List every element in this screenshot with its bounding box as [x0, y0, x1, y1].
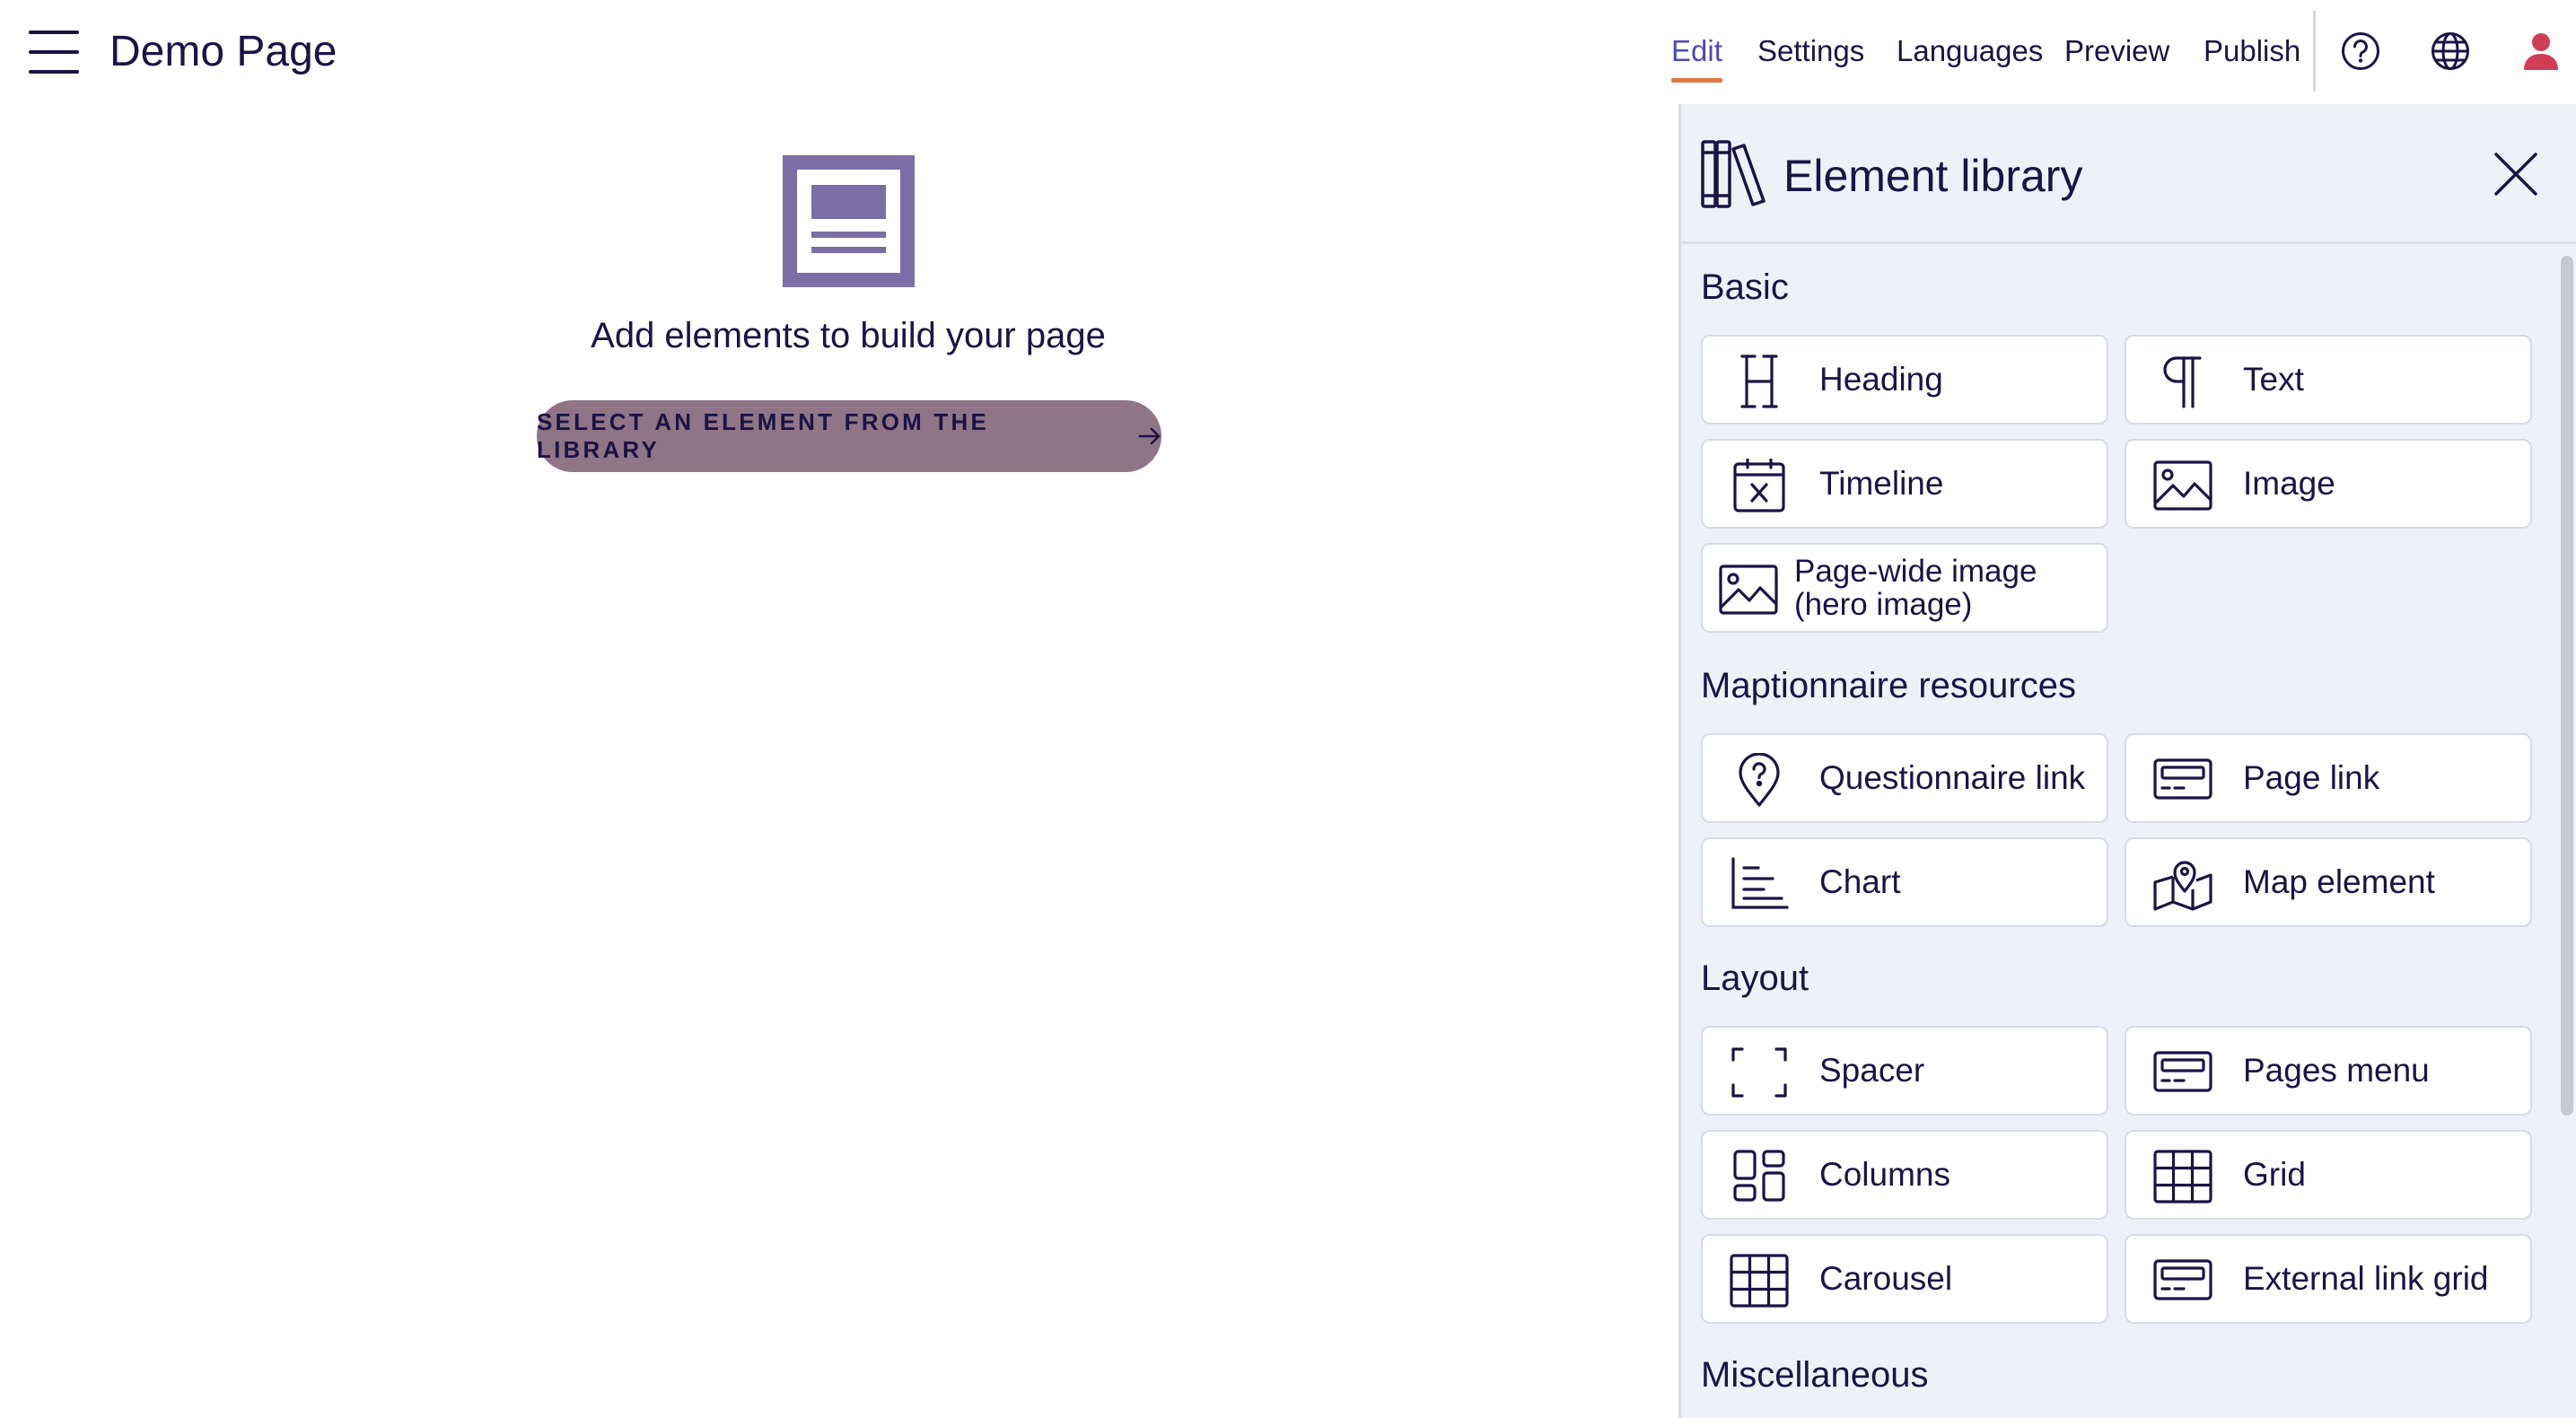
element-chart-label: Chart	[1819, 863, 1901, 900]
element-hero-image-label-line2: (hero image)	[1794, 587, 1973, 622]
image-icon	[2153, 459, 2212, 512]
element-library-panel: Element library Basic Heading Text Timel…	[1678, 104, 2576, 1418]
header-divider	[2313, 11, 2316, 92]
columns-icon	[1730, 1150, 1789, 1204]
top-bar: Demo Page Edit Settings Languages Previe…	[0, 0, 2576, 104]
panel-header: Element library	[1681, 104, 2576, 244]
tab-preview[interactable]: Preview	[2064, 31, 2169, 84]
element-heading-label: Heading	[1819, 361, 1943, 398]
element-spacer-label: Spacer	[1819, 1052, 1925, 1089]
carousel-icon	[1730, 1254, 1789, 1308]
element-external-link-grid[interactable]: External link grid	[2125, 1234, 2532, 1324]
paragraph-icon	[2153, 354, 2212, 408]
element-pages-menu[interactable]: Pages menu	[2125, 1026, 2532, 1116]
element-library-list: Basic Heading Text Timeline Image Page-w…	[1681, 247, 2576, 1418]
element-map-element-label: Map element	[2243, 863, 2435, 900]
element-columns-label: Columns	[1819, 1156, 1950, 1193]
page-layout-icon	[783, 155, 915, 287]
element-external-link-grid-label: External link grid	[2243, 1260, 2489, 1297]
scrollbar-thumb[interactable]	[2561, 256, 2573, 1116]
element-map-element[interactable]: Map element	[2125, 837, 2532, 927]
tab-edit[interactable]: Edit	[1671, 31, 1722, 84]
element-page-link-label: Page link	[2243, 759, 2380, 796]
panel-title: Element library	[1783, 151, 2083, 201]
element-carousel[interactable]: Carousel	[1701, 1234, 2108, 1324]
globe-icon[interactable]	[2430, 31, 2471, 72]
element-grid[interactable]: Grid	[2125, 1130, 2532, 1220]
section-title-miscellaneous: Miscellaneous	[1701, 1355, 1929, 1395]
section-title-maptionnaire-resources: Maptionnaire resources	[1701, 666, 2076, 705]
chart-icon	[1730, 857, 1789, 911]
element-hero-image-label: Page-wide image (hero image)	[1794, 545, 2099, 631]
element-columns[interactable]: Columns	[1701, 1130, 2108, 1220]
select-element-button[interactable]: SELECT AN ELEMENT FROM THE LIBRARY	[537, 400, 1161, 472]
element-page-link[interactable]: Page link	[2125, 733, 2532, 823]
element-hero-image-label-line1: Page-wide image	[1794, 554, 2037, 589]
element-grid-label: Grid	[2243, 1156, 2306, 1193]
element-chart[interactable]: Chart	[1701, 837, 2108, 927]
element-questionnaire-link[interactable]: Questionnaire link	[1701, 733, 2108, 823]
element-text-label: Text	[2243, 361, 2304, 398]
element-timeline[interactable]: Timeline	[1701, 439, 2108, 529]
element-spacer[interactable]: Spacer	[1701, 1026, 2108, 1116]
element-hero-image[interactable]: Page-wide image (hero image)	[1701, 543, 2108, 633]
page-title: Demo Page	[110, 28, 337, 75]
element-pages-menu-label: Pages menu	[2243, 1052, 2430, 1089]
element-questionnaire-link-label: Questionnaire link	[1819, 759, 2086, 796]
external-link-grid-icon	[2153, 1254, 2212, 1308]
page-link-icon	[2153, 753, 2212, 807]
pages-menu-icon	[2153, 1046, 2212, 1099]
element-text[interactable]: Text	[2125, 335, 2532, 425]
element-image-label: Image	[2243, 465, 2335, 502]
arrow-right-icon	[1138, 427, 1161, 445]
empty-state-text: Add elements to build your page	[591, 316, 1106, 355]
element-image[interactable]: Image	[2125, 439, 2532, 529]
grid-icon	[2153, 1150, 2212, 1204]
tab-languages[interactable]: Languages	[1897, 31, 2043, 84]
library-books-icon	[1701, 140, 1766, 208]
close-icon[interactable]	[2493, 151, 2539, 197]
hero-image-icon	[1719, 563, 1778, 617]
calendar-x-icon	[1730, 459, 1789, 512]
section-title-basic: Basic	[1701, 267, 1789, 307]
questionnaire-pin-icon	[1730, 753, 1789, 807]
element-carousel-label: Carousel	[1819, 1260, 1953, 1297]
map-pin-icon	[2153, 857, 2212, 911]
spacer-icon	[1730, 1046, 1789, 1099]
heading-icon	[1730, 354, 1789, 408]
element-timeline-label: Timeline	[1819, 465, 1944, 502]
select-element-button-label: SELECT AN ELEMENT FROM THE LIBRARY	[537, 408, 990, 463]
tab-settings[interactable]: Settings	[1757, 31, 1864, 84]
user-icon[interactable]	[2520, 31, 2562, 72]
tab-publish[interactable]: Publish	[2204, 31, 2300, 84]
help-icon[interactable]	[2340, 31, 2381, 72]
hamburger-menu-icon[interactable]	[27, 27, 81, 77]
section-title-layout: Layout	[1701, 958, 1809, 998]
element-heading[interactable]: Heading	[1701, 335, 2108, 425]
